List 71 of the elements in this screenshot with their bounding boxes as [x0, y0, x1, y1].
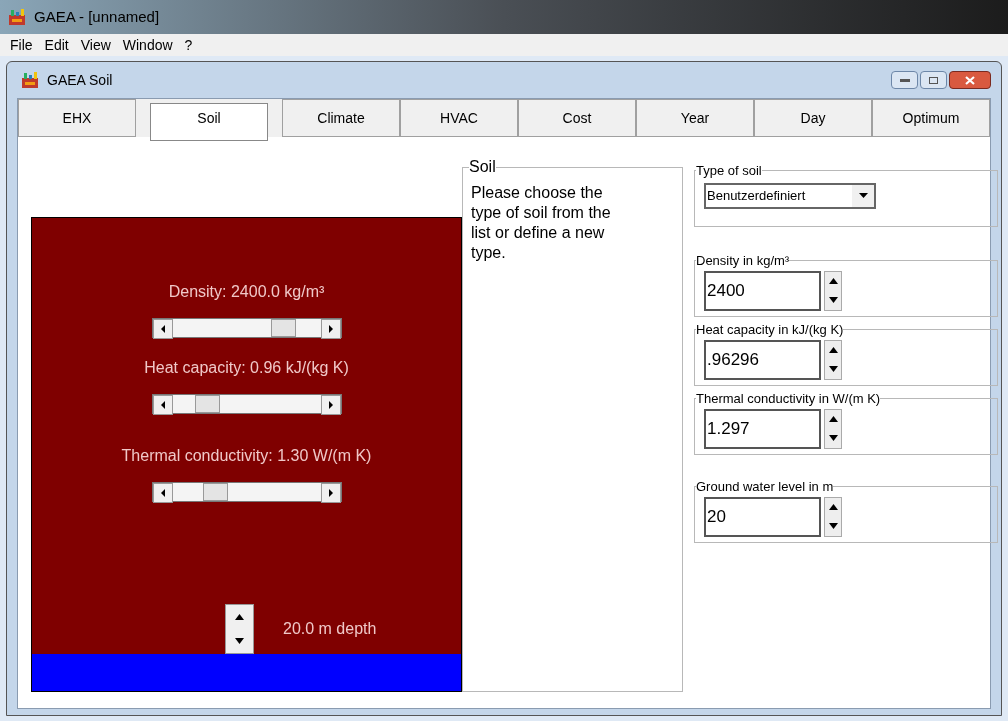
- number-field[interactable]: 20: [704, 496, 821, 537]
- up-arrow-icon[interactable]: [828, 504, 838, 510]
- scroll-arrow-button[interactable]: [320, 483, 341, 503]
- tab[interactable]: Year: [636, 99, 754, 137]
- number-field[interactable]: .96296: [704, 339, 821, 380]
- scroll-arrow-button[interactable]: [152, 395, 173, 415]
- soil-type-dropdown[interactable]: Benutzerdefiniert: [704, 182, 876, 209]
- group-title: Density in kg/m³: [696, 252, 790, 270]
- right-arrow-icon[interactable]: [327, 489, 334, 497]
- group-title: Ground water level in m: [696, 478, 834, 496]
- window-title: GAEA - [unnamed]: [34, 6, 160, 27]
- scroll-thumb[interactable]: [194, 395, 220, 413]
- scrollbar[interactable]: [151, 482, 342, 502]
- down-arrow-icon[interactable]: [828, 435, 838, 441]
- tab[interactable]: Climate: [282, 99, 400, 137]
- spin-button[interactable]: [824, 339, 842, 380]
- tab[interactable]: EHX: [18, 99, 136, 137]
- menu-item[interactable]: Edit: [38, 34, 75, 56]
- down-arrow-icon[interactable]: [828, 366, 838, 372]
- app-icon: [8, 8, 26, 26]
- slider-label: Thermal conductivity: 1.30 W/(m K): [121, 446, 372, 466]
- scroll-arrow-button[interactable]: [320, 319, 341, 339]
- up-arrow-icon[interactable]: [828, 278, 838, 284]
- scrollbar[interactable]: [151, 394, 342, 414]
- slider-label: Density: 2400.0 kg/m³: [168, 282, 325, 302]
- minimize-button[interactable]: [891, 71, 918, 89]
- scrollbar[interactable]: [151, 318, 342, 338]
- close-button[interactable]: [949, 71, 991, 89]
- menu-item[interactable]: ?: [178, 34, 199, 56]
- down-arrow-icon[interactable]: [828, 523, 838, 529]
- group-title: Thermal conductivity in W/(m K): [696, 390, 881, 408]
- tab[interactable]: Cost: [518, 99, 636, 137]
- down-arrow-icon[interactable]: [235, 638, 244, 644]
- number-field[interactable]: 2400: [704, 270, 821, 311]
- spin-button[interactable]: [824, 496, 842, 537]
- left-arrow-icon[interactable]: [159, 401, 166, 409]
- restore-button[interactable]: [920, 71, 947, 89]
- depth-label: 20.0 m depth: [283, 619, 377, 639]
- spin-button[interactable]: [824, 270, 842, 311]
- menu-item[interactable]: View: [74, 34, 117, 56]
- left-arrow-icon[interactable]: [159, 489, 166, 497]
- tab[interactable]: Soil: [150, 103, 268, 141]
- up-arrow-icon[interactable]: [828, 416, 838, 422]
- group-title: Heat capacity in kJ/(kg K): [696, 321, 844, 339]
- info-text: Please choose the type of soil from the list or define a new type.: [471, 183, 612, 263]
- right-arrow-icon[interactable]: [327, 325, 334, 333]
- caret-icon[interactable]: [858, 193, 868, 198]
- up-arrow-icon[interactable]: [235, 614, 244, 620]
- menu-item[interactable]: File: [4, 34, 39, 56]
- slider-label: Heat capacity: 0.96 kJ/(kg K): [144, 358, 349, 378]
- scroll-arrow-button[interactable]: [152, 319, 173, 339]
- group-title: Type of soil: [696, 162, 762, 180]
- spin-button[interactable]: [225, 604, 254, 654]
- window-title: GAEA Soil: [47, 70, 113, 90]
- scroll-thumb[interactable]: [202, 483, 228, 501]
- scroll-thumb[interactable]: [270, 319, 296, 337]
- close-icon[interactable]: [965, 75, 975, 85]
- up-arrow-icon[interactable]: [828, 347, 838, 353]
- left-arrow-icon[interactable]: [159, 325, 166, 333]
- down-arrow-icon[interactable]: [828, 297, 838, 303]
- number-field[interactable]: 1.297: [704, 408, 821, 449]
- menu-item[interactable]: Window: [116, 34, 179, 56]
- tab[interactable]: Day: [754, 99, 872, 137]
- scroll-arrow-button[interactable]: [152, 483, 173, 503]
- group-title: Soil: [469, 157, 496, 177]
- scroll-arrow-button[interactable]: [320, 395, 341, 415]
- tab[interactable]: HVAC: [400, 99, 518, 137]
- app-icon: [21, 71, 39, 89]
- spin-button[interactable]: [824, 408, 842, 449]
- right-arrow-icon[interactable]: [327, 401, 334, 409]
- tab[interactable]: Optimum: [872, 99, 990, 137]
